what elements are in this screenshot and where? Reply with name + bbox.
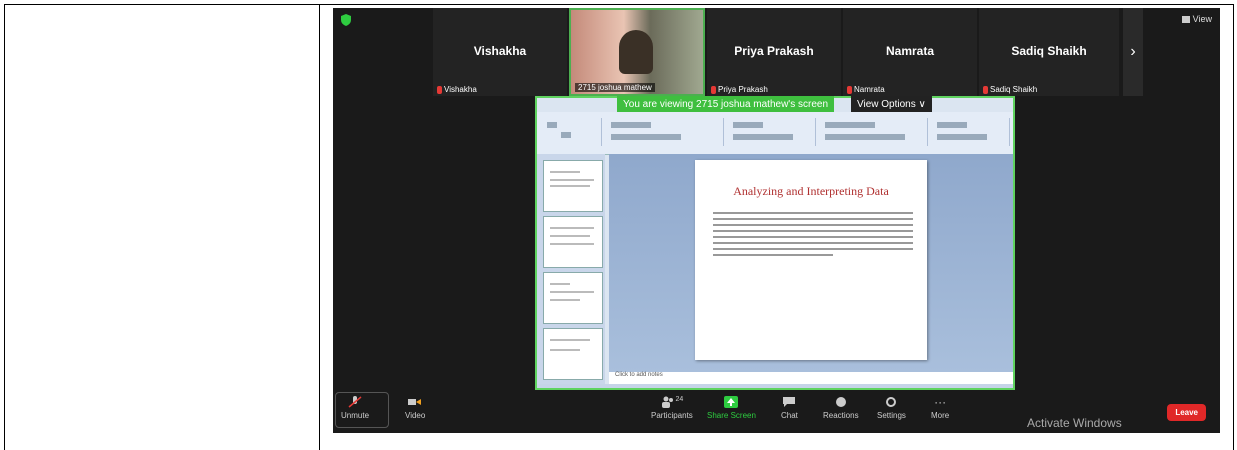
- shared-screen[interactable]: You are viewing 2715 joshua mathew's scr…: [535, 96, 1015, 390]
- slide-thumbnails: [537, 154, 605, 388]
- participant-name: Namrata: [885, 44, 935, 58]
- meeting-toolbar: Unmute Video 24 Participants Share Scree…: [333, 390, 1220, 433]
- gear-icon: [886, 397, 897, 407]
- video-camera-icon: [408, 399, 422, 405]
- table-cell-left: [4, 4, 320, 450]
- participant-name: Priya Prakash: [734, 44, 814, 58]
- participant-tile[interactable]: Sadiq Shaikh Sadiq Shaikh: [979, 8, 1119, 96]
- smiley-icon: [835, 397, 846, 407]
- participant-video: [619, 30, 653, 74]
- zoom-window: View Vishakha Vishakha 2715 joshua mathe…: [333, 8, 1220, 433]
- participant-label: Priya Prakash: [711, 85, 768, 94]
- slide-title: Analyzing and Interpreting Data: [733, 184, 889, 198]
- participant-name: Vishakha: [473, 44, 527, 58]
- view-button[interactable]: View: [1181, 14, 1212, 24]
- video-button[interactable]: Video: [405, 396, 425, 420]
- participant-label: 2715 joshua mathew: [575, 83, 655, 92]
- mic-muted-icon: [711, 85, 716, 94]
- slide-stage: Analyzing and Interpreting Data: [609, 154, 1013, 372]
- microphone-muted-icon: [348, 396, 362, 408]
- participant-name: Sadiq Shaikh: [1011, 44, 1087, 58]
- activate-windows-watermark: Activate Windows: [1027, 416, 1122, 430]
- chat-button[interactable]: Chat: [781, 396, 798, 420]
- participants-count: 24: [675, 396, 684, 403]
- share-screen-icon: [724, 396, 739, 408]
- reactions-button[interactable]: Reactions: [823, 396, 859, 420]
- mic-muted-icon: [847, 85, 852, 94]
- more-button[interactable]: ··· More: [931, 396, 949, 420]
- unmute-button[interactable]: Unmute: [341, 396, 369, 420]
- settings-button[interactable]: Settings: [877, 396, 906, 420]
- mic-muted-icon: [983, 85, 988, 94]
- slide-body-text: [713, 212, 913, 260]
- leave-button[interactable]: Leave: [1167, 404, 1206, 421]
- participant-label: Vishakha: [437, 85, 477, 94]
- participants-icon: [661, 396, 673, 408]
- share-screen-button[interactable]: Share Screen: [707, 396, 756, 420]
- view-label: View: [1192, 14, 1212, 24]
- participant-tile[interactable]: Vishakha Vishakha: [433, 8, 567, 96]
- participants-button[interactable]: 24 Participants: [651, 396, 693, 420]
- participant-video-tile[interactable]: 2715 joshua mathew: [569, 8, 705, 96]
- participant-tile[interactable]: Namrata Namrata: [843, 8, 977, 96]
- participant-label: Namrata: [847, 85, 885, 94]
- mic-muted-icon: [437, 85, 442, 94]
- chat-icon: [783, 397, 796, 407]
- viewing-banner: You are viewing 2715 joshua mathew's scr…: [617, 96, 834, 112]
- ppt-status-bar: [537, 384, 1013, 388]
- next-page-arrow-icon[interactable]: ›: [1123, 8, 1143, 96]
- current-slide: Analyzing and Interpreting Data: [695, 160, 927, 360]
- view-options-button[interactable]: View Options ∨: [851, 96, 932, 112]
- more-dots-icon: ···: [934, 395, 947, 409]
- security-shield-icon[interactable]: [341, 14, 351, 26]
- ppt-ribbon: [537, 112, 1013, 155]
- grid-icon: [1181, 15, 1190, 23]
- participant-tile[interactable]: Priya Prakash Priya Prakash: [707, 8, 841, 96]
- participant-label: Sadiq Shaikh: [983, 85, 1037, 94]
